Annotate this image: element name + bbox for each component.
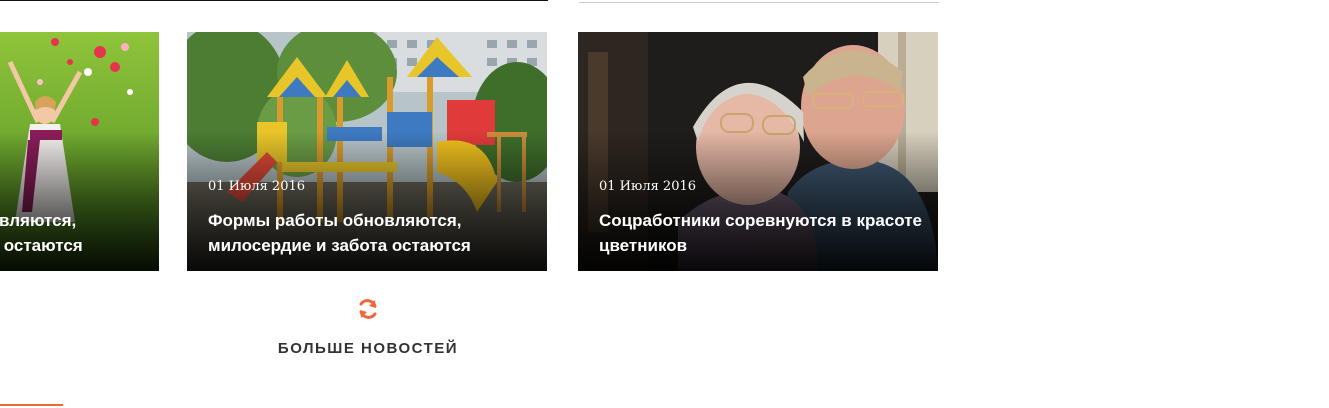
top-divider-right [579,2,939,3]
news-card-1[interactable]: вляются, остаются [0,32,159,271]
news-card-3[interactable]: 01 Июля 2016 Соцработники соревнуются в … [578,32,938,271]
news-title[interactable]: Соцработники соревнуются в красоте цветн… [599,208,934,258]
news-date: 01 Июля 2016 [599,179,697,194]
news-title[interactable]: Формы работы обновляются, милосердие и з… [208,208,543,258]
news-card-2[interactable]: 01 Июля 2016 Формы работы обновляются, м… [187,32,547,271]
refresh-icon[interactable] [356,297,380,321]
more-news-button[interactable]: БОЛЬШЕ НОВОСТЕЙ [268,297,468,357]
accent-bar [0,404,63,406]
news-date: 01 Июля 2016 [208,179,306,194]
top-divider-left [0,0,548,1]
more-news-label[interactable]: БОЛЬШЕ НОВОСТЕЙ [268,340,468,357]
news-title[interactable]: вляются, остаются [0,208,159,258]
